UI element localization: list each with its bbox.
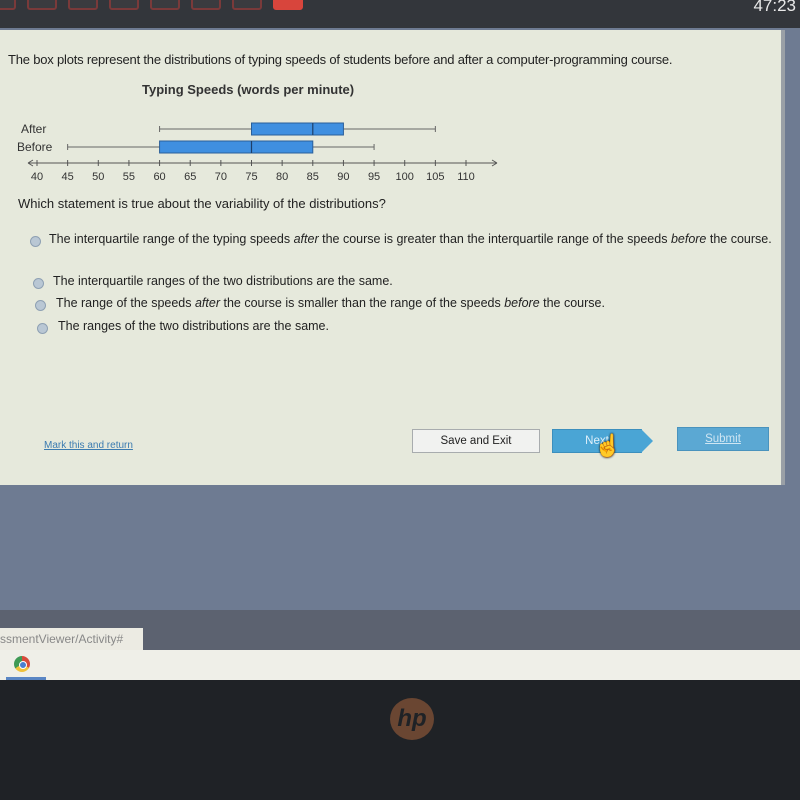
box-plot-chart: After Before 40 45 50 55 60 65 70 75 80 85 90 95 100 10… [17,122,498,183]
x-tick-label: 105 [426,171,444,183]
x-tick-label: 45 [62,171,74,183]
x-tick-label: 95 [368,171,380,183]
question-nav-item[interactable] [273,0,303,10]
x-tick-label: 75 [245,171,257,183]
question-nav-item[interactable] [232,0,262,10]
series-label: Before [17,140,53,154]
option-text: The interquartile range of the typing sp… [49,232,294,246]
question-nav-item[interactable] [150,0,180,10]
question-nav-bar: 47:23 [0,0,800,28]
question-panel: The box plots represent the distribution… [0,30,785,485]
save-and-exit-button[interactable]: Save and Exit [412,429,540,453]
submit-button[interactable]: Submit [677,427,769,451]
chart-title: Typing Speeds (words per minute) [142,82,355,97]
x-tick-label: 80 [276,171,288,183]
x-tick-label: 90 [337,171,349,183]
hand-cursor-icon: ☝ [594,433,622,458]
browser-bar: ssmentViewer/Activity# [0,610,800,680]
x-tick-label: 100 [396,171,414,183]
option-emphasis: before [670,232,707,246]
box-iqr [251,122,344,136]
option-text: The range of the speeds [56,296,195,310]
option-text: the course is greater than the interquar… [318,232,671,246]
question-nav-item[interactable] [68,0,98,10]
option-emphasis: before [504,296,540,310]
x-tick-label: 110 [457,171,475,183]
question-nav-item[interactable] [191,0,221,10]
laptop-bezel: hp [0,680,800,800]
question-nav-item[interactable] [109,0,139,10]
hp-logo-icon: hp [390,698,434,740]
taskbar [0,650,800,680]
url-tab[interactable]: ssmentViewer/Activity# [0,628,143,650]
option-text: the course. [706,232,772,246]
question-text: Which statement is true about the variab… [18,196,386,211]
option-emphasis: after [293,232,319,246]
question-prompt: The box plots represent the distribution… [8,52,673,67]
timer: 47:23 [753,0,796,15]
box-iqr [159,140,314,154]
option-text: The ranges of the two distributions are … [58,319,329,333]
option-text: the course is smaller than the range of … [220,296,505,310]
series-label: After [21,122,46,136]
question-nav-item[interactable] [0,0,16,10]
x-tick-label: 70 [215,171,227,183]
radio-button[interactable] [35,300,46,311]
radio-button[interactable] [37,323,48,334]
next-button-arrow[interactable] [641,429,653,453]
chrome-icon[interactable] [14,656,30,672]
option-text: the course. [539,296,605,310]
x-tick-label: 85 [307,171,319,183]
x-tick-label: 65 [184,171,196,183]
x-tick-label: 50 [92,171,104,183]
question-nav-item[interactable] [27,0,57,10]
x-tick-label: 55 [123,171,135,183]
option-text: The interquartile ranges of the two dist… [53,274,393,288]
screen: The box plots represent the distribution… [0,28,800,610]
x-tick-label: 40 [31,171,43,183]
radio-button[interactable] [30,236,41,247]
option-emphasis: after [194,296,220,310]
x-tick-label: 60 [153,171,165,183]
mark-and-return-link[interactable]: Mark this and return [44,440,133,451]
radio-button[interactable] [33,278,44,289]
